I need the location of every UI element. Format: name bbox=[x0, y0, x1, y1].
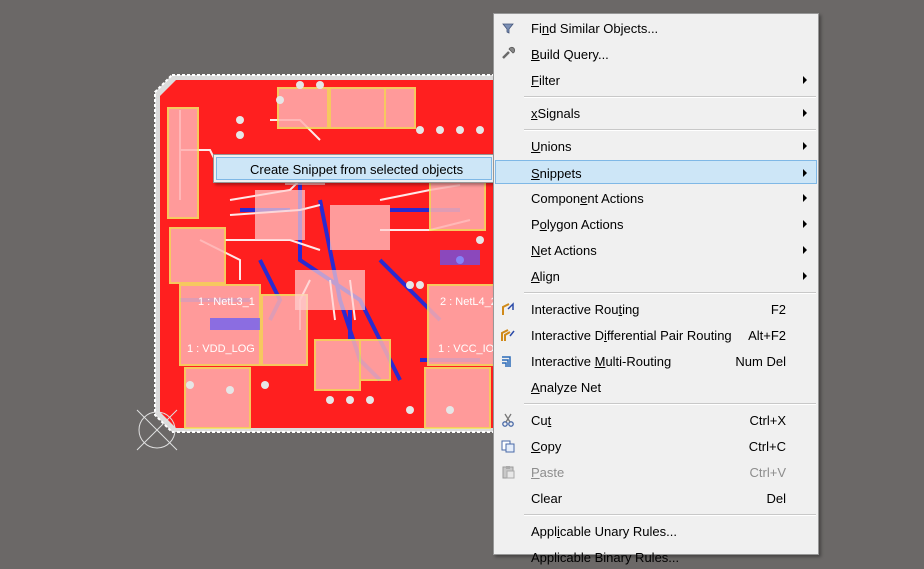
menu-item-snippets[interactable]: Snippets bbox=[495, 160, 817, 184]
menu-item-shortcut: Alt+F2 bbox=[748, 328, 786, 343]
menu-item-align[interactable]: Align bbox=[496, 264, 816, 288]
menu-item-shortcut: Ctrl+X bbox=[749, 413, 786, 428]
submenu-arrow-icon bbox=[803, 169, 807, 177]
menu-item-label: Interactive Routing bbox=[531, 302, 640, 317]
paste-icon bbox=[500, 464, 516, 480]
menu-item-interactive-routing[interactable]: Interactive Routing F2 bbox=[496, 297, 816, 321]
label-vdd-log: 1 : VDD_LOG bbox=[187, 343, 255, 355]
menu-item-shortcut: Ctrl+V bbox=[749, 465, 786, 480]
menu-item-label: Align bbox=[531, 269, 560, 284]
build-query-icon bbox=[500, 46, 516, 62]
scissors-icon bbox=[500, 412, 516, 428]
menu-item-label: Analyze Net bbox=[531, 380, 602, 395]
label-netl3: 1 : NetL3_1 bbox=[198, 296, 255, 308]
menu-item-label: Build Query... bbox=[531, 47, 609, 62]
submenu-arrow-icon bbox=[803, 76, 807, 84]
menu-item-label: Cut bbox=[531, 413, 552, 428]
menu-separator bbox=[524, 514, 816, 516]
pad-blue-2 bbox=[440, 250, 480, 265]
copy-icon bbox=[500, 438, 516, 454]
menu-item-label: Applicable Unary Rules... bbox=[531, 524, 677, 539]
menu-item-applicable-unary-rules[interactable]: Applicable Unary Rules... bbox=[496, 519, 816, 543]
menu-item-shortcut: Ctrl+C bbox=[748, 439, 786, 454]
menu-separator bbox=[524, 403, 816, 405]
menu-separator bbox=[524, 129, 816, 131]
menu-separator bbox=[524, 292, 816, 294]
create-snippet-label: Create Snippet from selected objects bbox=[250, 162, 464, 177]
menu-item-shortcut: Del bbox=[766, 491, 786, 506]
interactive-routing-icon bbox=[500, 301, 516, 317]
menu-item-label: Find Similar Objects... bbox=[531, 21, 659, 36]
menu-item-label: xSignals bbox=[531, 106, 581, 121]
menu-item-label: Snippets bbox=[531, 166, 582, 181]
menu-item-shortcut: F2 bbox=[770, 302, 786, 317]
menu-item-label: Clear bbox=[531, 491, 563, 506]
menu-item-label: Applicable Binary Rules... bbox=[531, 550, 680, 565]
menu-item-unions[interactable]: Unions bbox=[496, 134, 816, 158]
menu-item-label: Net Actions bbox=[531, 243, 597, 258]
pad-blue bbox=[210, 318, 260, 330]
menu-item-label: Component Actions bbox=[531, 191, 644, 206]
menu-item-shortcut: Num Del bbox=[735, 354, 786, 369]
menu-item-find-similar-objects[interactable]: Find Similar Objects... bbox=[496, 16, 816, 40]
menu-item-label: Polygon Actions bbox=[531, 217, 624, 232]
menu-item-label: Paste bbox=[531, 465, 565, 480]
submenu-arrow-icon bbox=[803, 109, 807, 117]
create-snippet-item[interactable]: Create Snippet from selected objects bbox=[216, 157, 492, 180]
menu-item-label: Interactive Differential Pair Routing bbox=[531, 328, 732, 343]
submenu-arrow-icon bbox=[803, 194, 807, 202]
label-netl4: 2 : NetL4_2 bbox=[440, 296, 497, 308]
diff-pair-routing-icon bbox=[500, 327, 516, 343]
submenu-arrow-icon bbox=[803, 246, 807, 254]
menu-item-net-actions[interactable]: Net Actions bbox=[496, 238, 816, 262]
menu-item-interactive-multi-routing[interactable]: Interactive Multi-Routing Num Del bbox=[496, 349, 816, 373]
multi-routing-icon bbox=[500, 353, 516, 369]
snippets-submenu: Create Snippet from selected objects bbox=[213, 154, 495, 183]
menu-item-component-actions[interactable]: Component Actions bbox=[496, 186, 816, 210]
context-menu: Find Similar Objects... Build Query... Fil… bbox=[493, 13, 819, 565]
menu-item-clear[interactable]: Clear Del bbox=[496, 486, 816, 510]
submenu-arrow-icon bbox=[803, 220, 807, 228]
menu-separator bbox=[524, 96, 816, 98]
filter-funnel-icon bbox=[500, 20, 516, 36]
menu-item-paste[interactable]: Paste Ctrl+V bbox=[496, 460, 816, 484]
menu-item-polygon-actions[interactable]: Polygon Actions bbox=[496, 212, 816, 236]
menu-item-analyze-net[interactable]: Analyze Net bbox=[496, 375, 816, 399]
submenu-arrow-icon bbox=[803, 272, 807, 280]
menu-item-interactive-differential-pair-routing[interactable]: Interactive Differential Pair Routing Alt… bbox=[496, 323, 816, 347]
menu-item-cut[interactable]: Cut Ctrl+X bbox=[496, 408, 816, 432]
menu-item-xsignals[interactable]: xSignals bbox=[496, 101, 816, 125]
label-vcc-io: 1 : VCC_IO bbox=[438, 343, 495, 355]
menu-item-label: Interactive Multi-Routing bbox=[531, 354, 672, 369]
menu-item-label: Copy bbox=[531, 439, 562, 454]
menu-item-copy[interactable]: Copy Ctrl+C bbox=[496, 434, 816, 458]
menu-item-build-query[interactable]: Build Query... bbox=[496, 42, 816, 66]
submenu-arrow-icon bbox=[803, 142, 807, 150]
menu-item-label: Unions bbox=[531, 139, 572, 154]
menu-item-filter[interactable]: Filter bbox=[496, 68, 816, 92]
menu-item-applicable-binary-rules[interactable]: Applicable Binary Rules... bbox=[496, 545, 816, 569]
menu-item-label: Filter bbox=[531, 73, 560, 88]
